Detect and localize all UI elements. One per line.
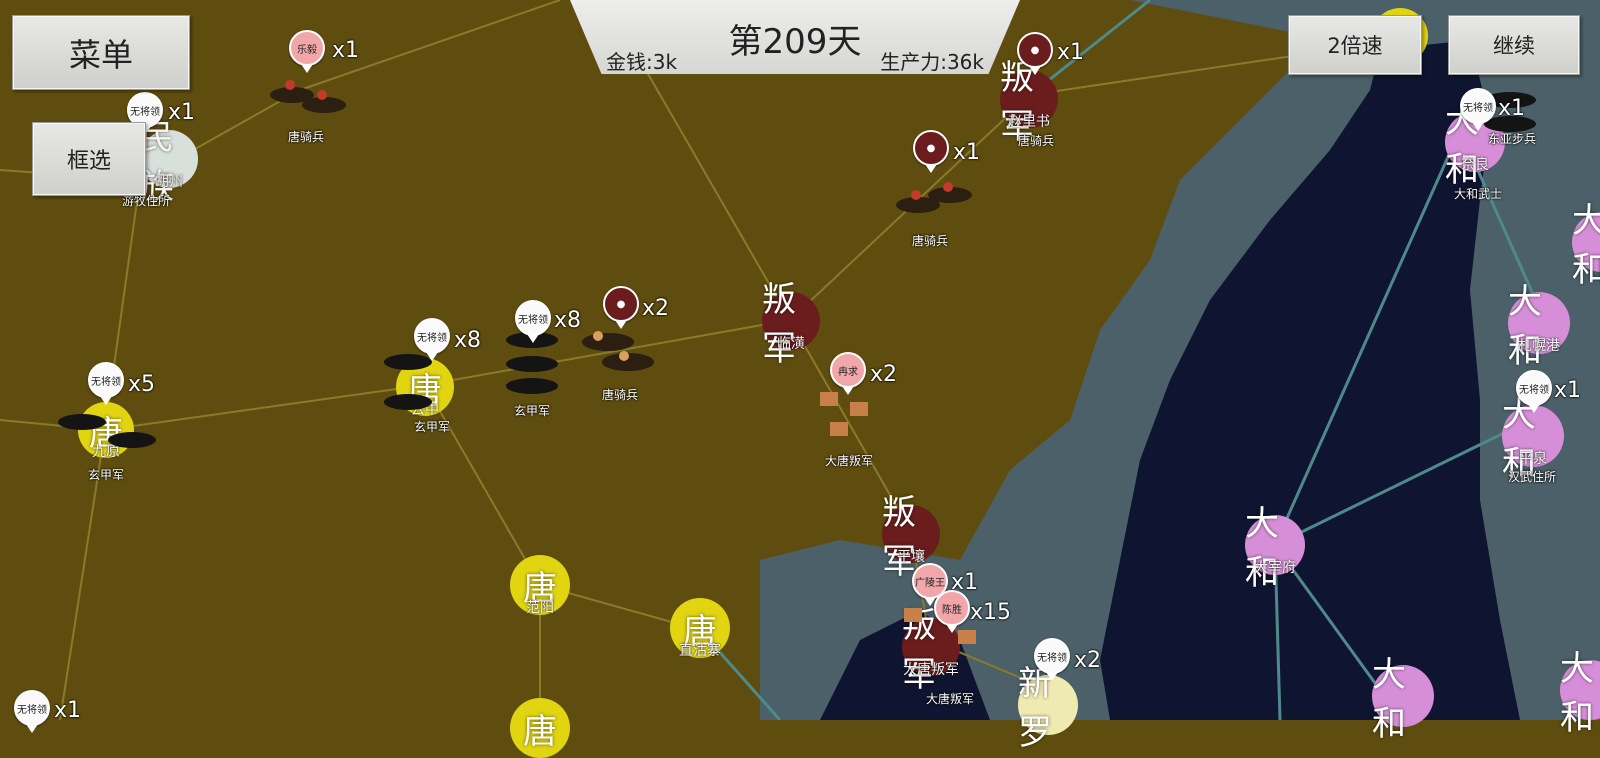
general-pin[interactable]: 冉求 (830, 352, 866, 388)
city-node-rebel-pyongyang[interactable]: 叛军 平壤 (882, 493, 940, 582)
cavalry-sprite[interactable] (888, 165, 988, 235)
city-node-nomad[interactable]: 民族 胡州 (140, 118, 198, 207)
general-pin[interactable]: 陈胜 (934, 590, 970, 626)
continue-button[interactable]: 继续 (1448, 15, 1580, 75)
avatar-icon: ● (1030, 44, 1040, 56)
unit-count: x1 (1498, 96, 1526, 121)
unit-count: x1 (953, 140, 981, 165)
unit-type-label: 玄甲军 (514, 404, 551, 418)
general-pin[interactable]: 无将领 (515, 300, 551, 336)
general-pin[interactable]: ● (1017, 32, 1053, 68)
general-pin[interactable]: 无将领 (88, 362, 124, 398)
general-pin[interactable]: 无将领 (414, 318, 450, 354)
unit-type-label: 唐骑兵 (602, 388, 639, 402)
productivity-readout: 生产力:36k (880, 50, 984, 74)
avatar-icon: ● (926, 142, 936, 154)
city-node-silla[interactable]: 新罗 (1018, 664, 1078, 753)
general-pin[interactable]: ● (603, 286, 639, 322)
city-node-yamato-dazaifu[interactable]: 大和 大宰府 (1245, 504, 1305, 593)
general-pin[interactable]: ● (913, 130, 949, 166)
unit-count: x1 (168, 100, 196, 125)
unit-count: x2 (642, 296, 670, 321)
unit-count: x8 (454, 328, 482, 353)
unit-type-label: 大唐叛军 (825, 454, 874, 468)
city-node-rebel-north[interactable]: 叛军 赵里书 (1000, 58, 1058, 147)
unit-type-label: 玄甲军 (88, 468, 125, 482)
unit-count: x1 (332, 38, 360, 63)
city-node-yamato-edge[interactable]: 大和 (1572, 201, 1600, 290)
unit-count: x2 (1074, 648, 1102, 673)
unit-type-label: 东亚步兵 (1488, 132, 1537, 146)
general-pin[interactable]: 无将领 (14, 690, 50, 726)
money-readout: 金钱:3k (606, 50, 678, 74)
unit-count: x1 (54, 698, 82, 723)
unit-type-label: 汉武住所 (1508, 470, 1557, 484)
general-pin[interactable]: 无将领 (1460, 88, 1496, 124)
unit-type-label: 大唐叛军 (926, 692, 975, 706)
city-node-tang-partial[interactable]: 唐 (510, 698, 570, 758)
unit-count: x2 (870, 362, 898, 387)
city-node-tang-fanyang[interactable]: 唐 范阳 (510, 555, 570, 616)
unit-count: x15 (970, 600, 1012, 625)
unit-type-label: 玄甲军 (414, 420, 451, 434)
general-pin[interactable]: 无将领 (1034, 638, 1070, 674)
speed-button[interactable]: 2倍速 (1288, 15, 1422, 75)
city-node-rebel-linhuang[interactable]: 叛军 临潢 (762, 280, 820, 369)
unit-count: x5 (128, 372, 156, 397)
box-select-button[interactable]: 框选 (32, 122, 146, 196)
city-node-tang-zhiguzhai[interactable]: 唐 直沽寨 (670, 598, 730, 659)
city-node-yamato-east[interactable]: 大和 (1560, 649, 1600, 738)
unit-type-label: 大和武士 (1454, 187, 1503, 201)
general-pin[interactable]: 无将领 (1516, 370, 1552, 406)
general-pin[interactable]: 乐毅 (289, 30, 325, 66)
city-node-yamato-hiraizumi[interactable]: 大和 平泉 (1502, 395, 1564, 484)
unit-type-label: 唐骑兵 (1018, 134, 1055, 148)
city-node-yamato-sapporo[interactable]: 大和 札幌港 (1508, 282, 1570, 371)
unit-type-label: 唐骑兵 (288, 130, 325, 144)
unit-count: x1 (1057, 40, 1085, 65)
status-panel: 第209天 金钱:3k 生产力:36k (570, 0, 1020, 74)
unit-type-label: 唐骑兵 (912, 234, 949, 248)
unit-count: x1 (1554, 378, 1582, 403)
city-node-yamato-south[interactable]: 大和 (1372, 655, 1434, 744)
menu-button[interactable]: 菜单 (12, 15, 190, 90)
avatar-icon: ● (616, 298, 626, 310)
